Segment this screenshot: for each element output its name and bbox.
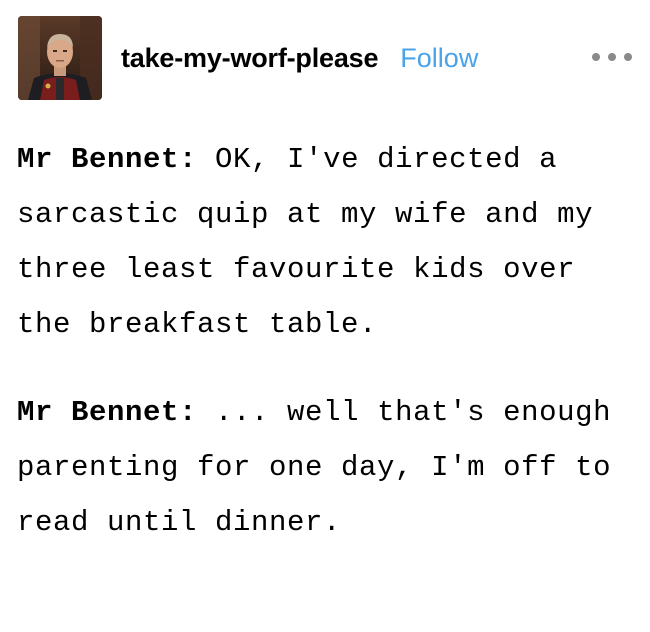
chat-speaker: Mr Bennet:: [17, 396, 198, 429]
more-dot: [592, 53, 600, 61]
more-dot: [624, 53, 632, 61]
follow-button[interactable]: Follow: [400, 43, 478, 74]
post-header: take-my-worf-please Follow: [18, 16, 632, 100]
avatar[interactable]: [18, 16, 102, 100]
more-dot: [608, 53, 616, 61]
chat-line: Mr Bennet: OK, I've directed a sarcastic…: [17, 132, 637, 352]
more-options-icon[interactable]: [592, 50, 632, 64]
post-body: Mr Bennet: OK, I've directed a sarcastic…: [17, 132, 637, 550]
chat-line: Mr Bennet: ... well that's enough parent…: [17, 385, 637, 550]
username[interactable]: take-my-worf-please: [121, 43, 378, 74]
avatar-image: [18, 16, 102, 100]
chat-speaker: Mr Bennet:: [17, 143, 198, 176]
